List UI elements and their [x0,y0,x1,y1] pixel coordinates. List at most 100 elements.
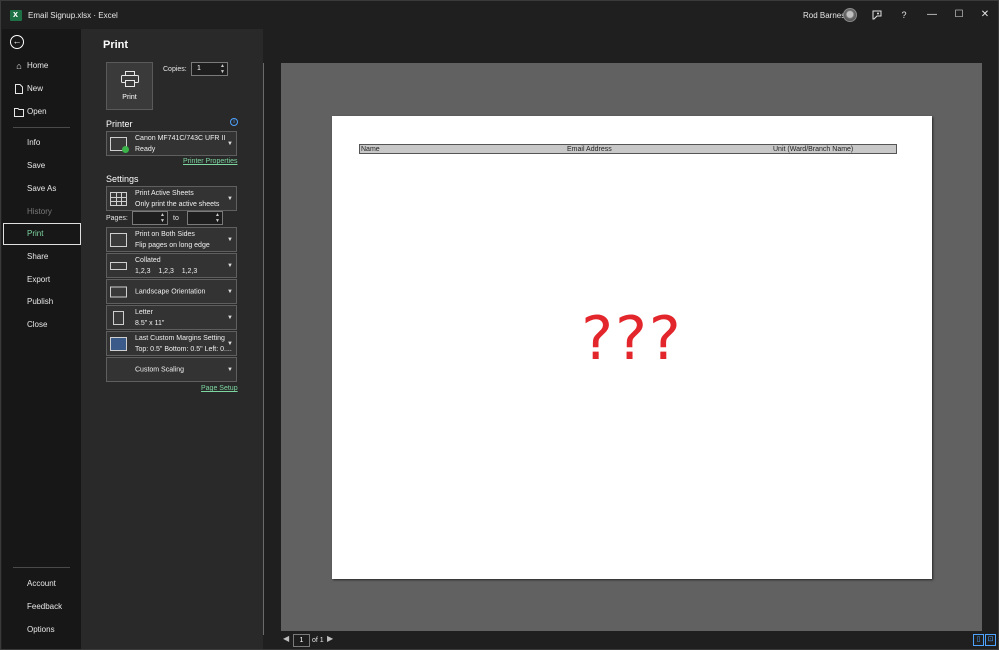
duplex-line1: Print on Both Sides [135,231,195,238]
nav-share[interactable]: Share [3,246,81,268]
nav-info[interactable]: Info [3,132,81,154]
scaling-dropdown[interactable]: Custom Scaling ▼ [106,357,237,382]
what-to-print-line2: Only print the active sheets [135,201,220,208]
nav-feedback-label: Feedback [27,602,63,611]
margins-icon [110,336,127,351]
spinner-arrows-icon[interactable]: ▲ ▼ [160,212,165,224]
nav-publish[interactable]: Publish [3,291,81,313]
column-header-unit: Unit (Ward/Branch Name) [773,146,854,153]
preview-page: Name Email Address Unit (Ward/Branch Nam… [332,116,932,579]
show-margins-icon[interactable]: ▯ [973,634,984,646]
current-page-input[interactable]: 1 [293,634,310,647]
nav-feedback[interactable]: Feedback [3,596,81,618]
back-arrow-icon[interactable]: ← [10,35,24,49]
maximize-button[interactable]: ☐ [952,7,966,23]
spinner-arrows-icon[interactable]: ▲ ▼ [220,63,225,75]
nav-save-label: Save [27,161,46,170]
printer-icon [121,71,139,87]
collated-icon [110,261,127,270]
page-title: Print [103,39,129,51]
nav-home-label: Home [27,61,49,70]
collation-dropdown[interactable]: Collated 1,2,3 1,2,3 1,2,3 ▼ [106,253,237,278]
coauthoring-icon[interactable] [869,7,885,23]
nav-open[interactable]: Open [3,101,81,123]
what-to-print-dropdown[interactable]: Print Active Sheets Only print the activ… [106,186,237,211]
duplex-line2: Flip pages on long edge [135,242,210,249]
orientation-label: Landscape Orientation [135,288,206,295]
nav-new-label: New [27,84,44,93]
nav-new[interactable]: New [3,78,81,100]
backstage-nav: ← ⌂ Home New Open Info Save Save As Hist… [2,29,81,649]
print-button-label: Print [122,94,137,101]
nav-history-label: History [27,207,52,216]
nav-close-label: Close [27,320,48,329]
nav-publish-label: Publish [27,297,54,306]
paper-size-dropdown[interactable]: Letter 8.5" x 11" ▼ [106,305,237,330]
collation-line1: Collated [135,257,161,264]
nav-options[interactable]: Options [3,619,81,641]
pages-from-input[interactable]: ▲ ▼ [132,211,168,225]
copies-label: Copies: [163,66,187,73]
pages-to-input[interactable]: ▲ ▼ [187,211,223,225]
zoom-to-page-icon[interactable]: ⊡ [985,634,996,646]
window-title: Email Signup.xlsx · Excel [28,11,118,20]
settings-heading: Settings [106,174,139,184]
chevron-down-icon: ▼ [227,140,233,147]
chevron-down-icon: ▼ [227,288,233,295]
nav-save[interactable]: Save [3,155,81,177]
nav-save-as[interactable]: Save As [3,178,81,200]
copies-stepper[interactable]: 1 ▲ ▼ [191,62,228,76]
column-header-email: Email Address [567,146,612,153]
question-marks-overlay: ??? [581,304,683,374]
page-count-label: of 1 [312,637,324,644]
spinner-arrows-icon[interactable]: ▲ ▼ [215,212,220,224]
landscape-page-icon [110,286,127,297]
next-page-icon[interactable]: ▶ [327,634,333,643]
sheets-grid-icon [110,191,127,206]
print-button[interactable]: Print [106,62,153,110]
info-icon[interactable]: i [230,118,238,126]
margins-line1: Last Custom Margins Setting [135,335,225,342]
help-button[interactable]: ? [898,7,910,23]
nav-close[interactable]: Close [3,314,81,336]
copies-value: 1 [197,65,201,72]
user-name[interactable]: Rod Barnes [803,11,845,20]
margins-dropdown[interactable]: Last Custom Margins Setting Top: 0.5" Bo… [106,331,237,356]
nav-account[interactable]: Account [3,573,81,595]
chevron-down-icon: ▼ [227,262,233,269]
duplex-page-icon [110,232,127,247]
duplex-dropdown[interactable]: Print on Both Sides Flip pages on long e… [106,227,237,252]
close-button[interactable]: ✕ [978,7,992,23]
printer-device-icon [110,136,129,153]
home-icon: ⌂ [16,61,22,71]
page-navigation-bar: ◀ 1 of 1 ▶ ▯ ⊡ [281,633,999,649]
folder-open-icon [13,101,25,125]
chevron-down-icon: ▼ [227,195,233,202]
paper-size-icon [113,310,124,325]
nav-export-label: Export [27,275,51,284]
printer-properties-link[interactable]: Printer Properties [183,158,237,165]
page-setup-link[interactable]: Page Setup [201,385,238,392]
margins-line2: Top: 0.5" Bottom: 0.5" Left: 0.... [135,346,232,353]
sheet-header-row: Name Email Address Unit (Ward/Branch Nam… [359,144,897,154]
chevron-down-icon: ▼ [227,340,233,347]
column-header-name: Name [361,146,380,153]
collation-line2: 1,2,3 1,2,3 1,2,3 [135,268,198,275]
orientation-dropdown[interactable]: Landscape Orientation ▼ [106,279,237,304]
printer-heading: Printer [106,119,133,129]
chevron-down-icon: ▼ [227,236,233,243]
printer-name: Canon MF741C/743C UFR II [135,135,226,142]
scaling-label: Custom Scaling [135,366,185,373]
nav-history: History [3,201,81,223]
nav-print[interactable]: Print [3,223,81,245]
nav-share-label: Share [27,252,49,261]
minimize-button[interactable]: — [925,7,939,23]
excel-app-icon [10,9,22,21]
nav-save-as-label: Save As [27,184,57,193]
nav-divider-bottom [13,567,70,568]
avatar[interactable] [843,8,857,22]
previous-page-icon[interactable]: ◀ [283,634,289,643]
printer-dropdown[interactable]: Canon MF741C/743C UFR II Ready ▼ [106,131,237,156]
nav-home[interactable]: ⌂ Home [3,55,81,77]
nav-export[interactable]: Export [3,269,81,291]
